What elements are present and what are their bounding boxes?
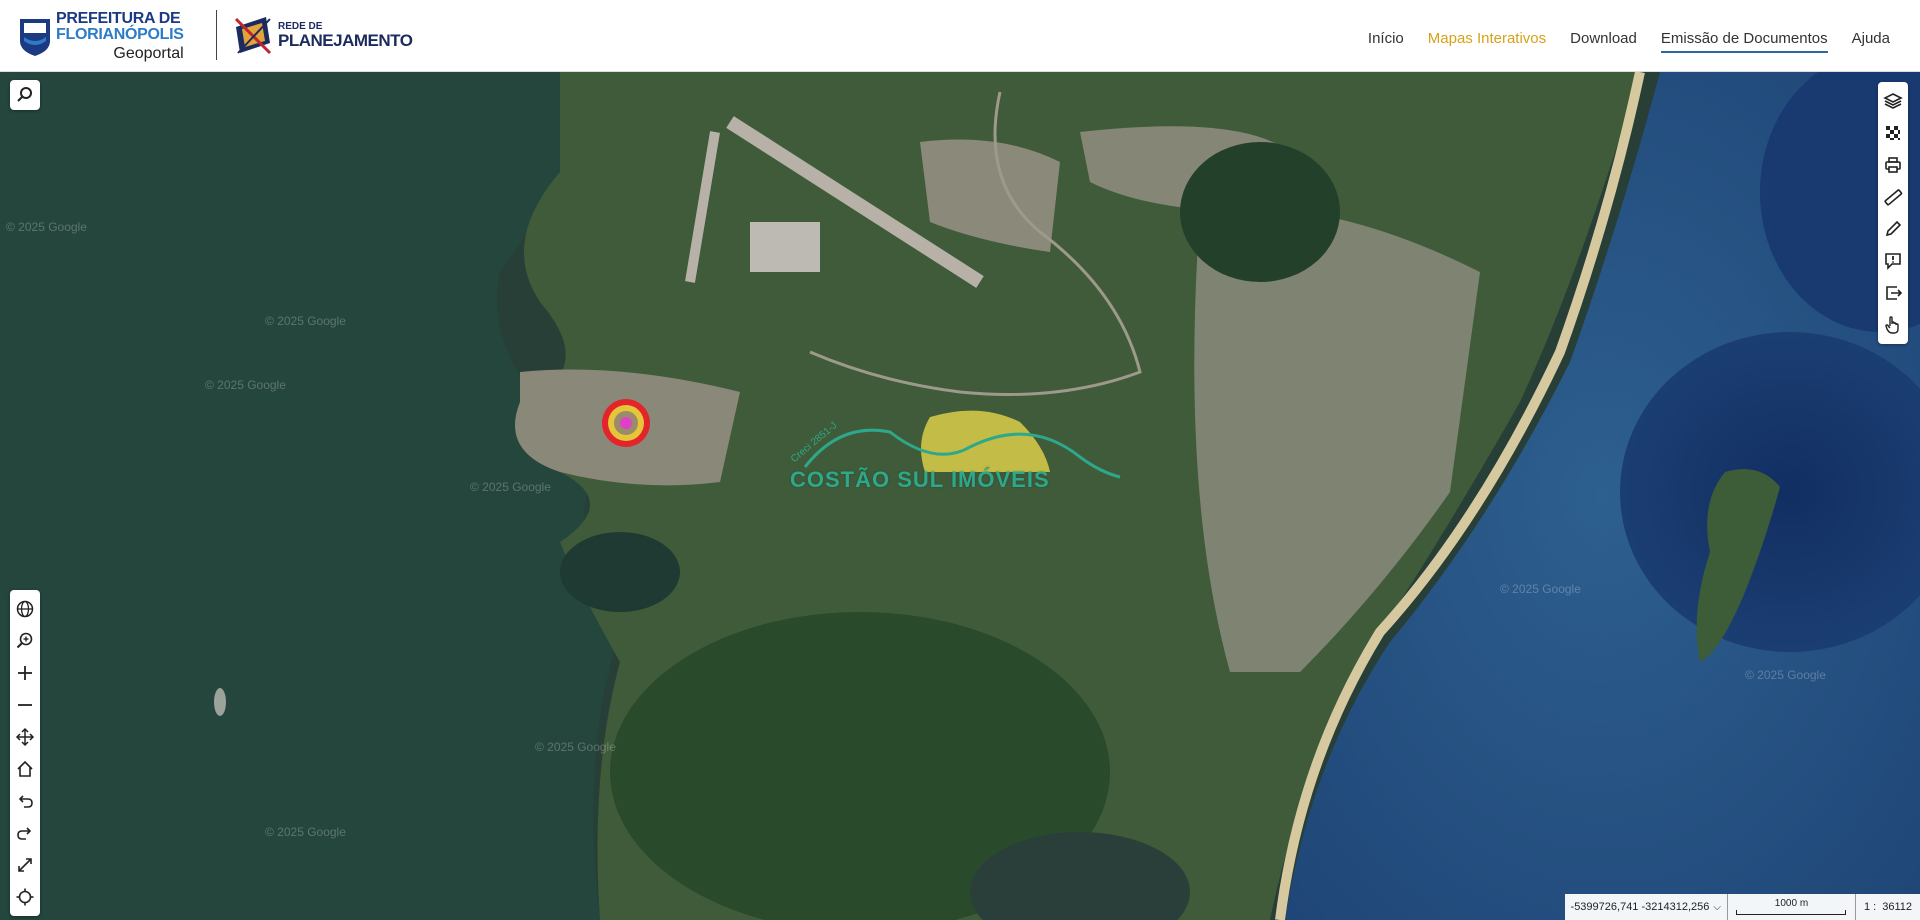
- map-status-bar: -5399726,741 -3214312,256 ⌵ 1000 m 1 : 3…: [1564, 894, 1920, 920]
- scale-ratio-prefix: 1 :: [1863, 901, 1877, 913]
- zoom-search-icon: [16, 632, 33, 649]
- overlay-brand-text: COSTÃO SUL IMÓVEIS: [790, 467, 1050, 492]
- draw-pencil-icon: [1885, 220, 1902, 237]
- logo2-line-1: REDE DE: [278, 20, 323, 32]
- redo-icon: [17, 827, 32, 840]
- home-icon: [17, 760, 33, 777]
- city-crest-icon: [18, 15, 52, 57]
- nav-inicio[interactable]: Início: [1368, 30, 1404, 53]
- select-button[interactable]: [1878, 309, 1908, 341]
- right-toolbar: [1878, 82, 1908, 344]
- nav-ajuda[interactable]: Ajuda: [1852, 30, 1890, 53]
- chevron-down-icon: ⌵: [1713, 901, 1721, 913]
- left-toolbar: [10, 590, 40, 916]
- zoom-out-button[interactable]: [10, 689, 40, 721]
- coordinates-value: -5399726,741 -3214312,256: [1570, 901, 1710, 913]
- map-watermark: © 2025 Google: [205, 378, 286, 392]
- measure-ruler-icon: [1884, 189, 1903, 206]
- print-icon: [1885, 157, 1901, 173]
- nav-download[interactable]: Download: [1570, 30, 1637, 53]
- measure-button[interactable]: [1878, 181, 1908, 213]
- fullscreen-button[interactable]: [10, 849, 40, 881]
- nav-emissao-documentos[interactable]: Emissão de Documentos: [1660, 30, 1828, 53]
- draw-button[interactable]: [1878, 213, 1908, 245]
- export-icon: [1886, 286, 1903, 300]
- nav-mapas-interativos[interactable]: Mapas Interativos: [1428, 30, 1546, 53]
- basemap-button[interactable]: [1878, 117, 1908, 149]
- zoom-area-button[interactable]: [10, 625, 40, 657]
- zoom-out-icon: [18, 704, 32, 706]
- fullscreen-icon: [18, 858, 32, 872]
- rede-planejamento-logo[interactable]: REDE DE PLANEJAMENTO: [232, 8, 413, 62]
- scale-ratio[interactable]: 1 : 36112: [1856, 901, 1920, 913]
- map-watermark: © 2025 Google: [265, 825, 346, 839]
- pointer-hand-icon: [1885, 316, 1899, 334]
- map-canvas[interactable]: © 2025 Google © 2025 Google © 2025 Googl…: [0, 72, 1920, 920]
- info-alert-icon: [1885, 253, 1901, 270]
- scale-bar: 1000 m: [1728, 894, 1856, 920]
- pan-button[interactable]: [10, 721, 40, 753]
- globe-icon: [16, 600, 34, 618]
- search-icon: [17, 87, 32, 102]
- undo-button[interactable]: [10, 785, 40, 817]
- scale-ratio-value: 36112: [1882, 901, 1912, 913]
- globe-button[interactable]: [10, 593, 40, 625]
- print-button[interactable]: [1878, 149, 1908, 181]
- home-button[interactable]: [10, 753, 40, 785]
- map-search-button[interactable]: [10, 80, 40, 110]
- logo2-line-2: PLANEJAMENTO: [278, 30, 413, 50]
- map-watermark: © 2025 Google: [535, 740, 616, 754]
- zoom-in-button[interactable]: [10, 657, 40, 689]
- map-watermark: © 2025 Google: [6, 220, 87, 234]
- pan-icon: [15, 727, 35, 747]
- app-header: PREFEITURA DE FLORIANÓPOLIS Geoportal RE…: [0, 0, 1920, 72]
- coordinate-readout[interactable]: -5399726,741 -3214312,256 ⌵: [1565, 894, 1728, 920]
- header-divider: [216, 10, 217, 60]
- satellite-basemap: [0, 72, 1920, 920]
- map-watermark: © 2025 Google: [1500, 582, 1581, 596]
- export-button[interactable]: [1878, 277, 1908, 309]
- logo-line-1: PREFEITURA DE: [56, 9, 181, 27]
- prefeitura-logo[interactable]: PREFEITURA DE FLORIANÓPOLIS Geoportal: [18, 9, 184, 63]
- map-watermark: © 2025 Google: [1745, 668, 1826, 682]
- locate-button[interactable]: [10, 881, 40, 913]
- layers-icon: [1883, 93, 1903, 109]
- map-watermark: © 2025 Google: [470, 480, 551, 494]
- logo-line-2: FLORIANÓPOLIS: [56, 25, 184, 43]
- map-watermark: © 2025 Google: [265, 314, 346, 328]
- main-nav: Início Mapas Interativos Download Emissã…: [1368, 30, 1890, 53]
- info-button[interactable]: [1878, 245, 1908, 277]
- zoom-in-icon: [18, 666, 32, 680]
- redo-button[interactable]: [10, 817, 40, 849]
- planning-network-icon: [234, 17, 272, 55]
- layers-button[interactable]: [1878, 85, 1908, 117]
- scale-line: [1736, 910, 1847, 915]
- scale-label: 1000 m: [1774, 898, 1809, 909]
- logo-line-3: Geoportal: [113, 44, 184, 62]
- locate-icon: [16, 888, 34, 906]
- undo-icon: [18, 795, 33, 808]
- basemap-checker-icon: [1886, 126, 1900, 140]
